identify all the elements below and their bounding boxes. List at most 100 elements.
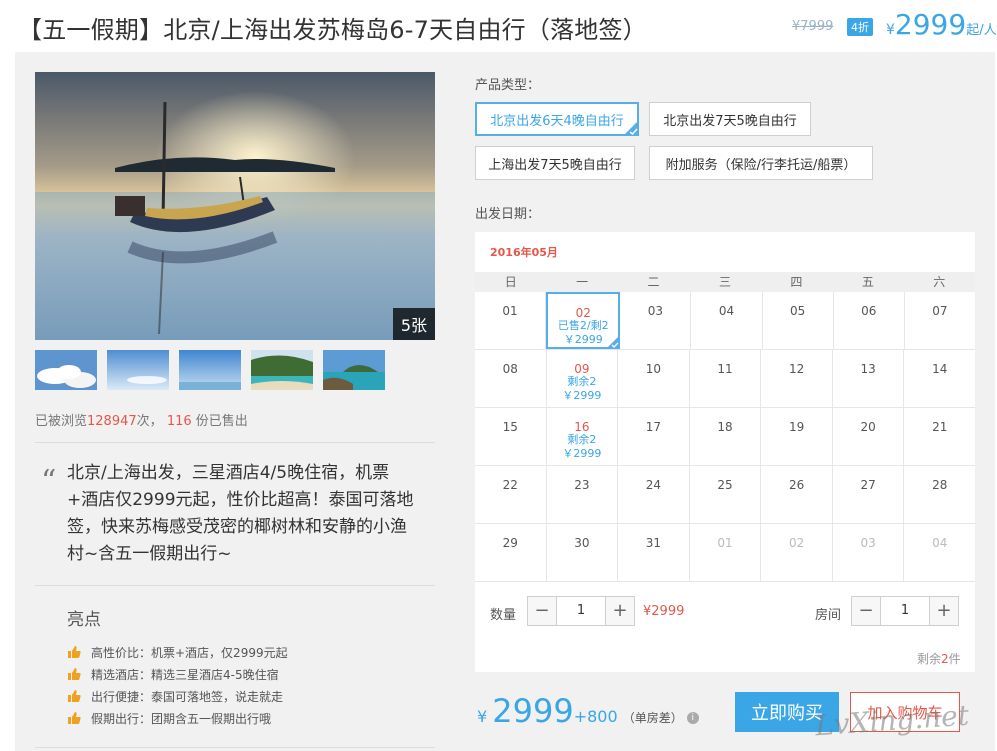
highlight-item: 假期出行：团期含五一假期出行哦 bbox=[67, 707, 427, 729]
calendar-week: 29 30 31 01 02 03 04 bbox=[475, 524, 975, 582]
thumbnail-strip bbox=[35, 350, 435, 390]
calendar-day: 17 bbox=[618, 408, 690, 465]
product-panel: 5张 已被浏览128947次， 116 份已售出 “ 北京/上海出发，三星酒店4… bbox=[15, 52, 995, 751]
thumbs-up-icon bbox=[68, 712, 81, 724]
quantity-input[interactable]: 1 bbox=[556, 597, 606, 625]
image-count-badge: 5张 bbox=[392, 308, 435, 340]
price-currency: ¥ bbox=[886, 22, 895, 38]
calendar-day-next-month: 01 bbox=[690, 524, 762, 581]
calendar-week: 01 02 已售2/剩2 ￥2999 03 04 05 06 07 bbox=[475, 292, 975, 350]
highlight-text: 高性价比：机票+酒店，仅2999元起 bbox=[91, 645, 288, 660]
thumbnail-1[interactable] bbox=[35, 350, 97, 390]
view-sales-stats: 已被浏览128947次， 116 份已售出 bbox=[35, 410, 248, 429]
calendar-day: 08 bbox=[475, 350, 547, 407]
stats-mid: 次， bbox=[136, 414, 163, 429]
option-label: 北京出发6天4晚自由行 bbox=[490, 113, 624, 129]
calendar-day: 23 bbox=[547, 466, 619, 523]
calendar-day: 26 bbox=[761, 466, 833, 523]
highlight-text: 出行便捷：泰国可落地签，说走就走 bbox=[91, 689, 284, 704]
calendar-day: 18 bbox=[690, 408, 762, 465]
quantity-decrement-button[interactable]: − bbox=[528, 597, 556, 625]
calendar-day: 30 bbox=[547, 524, 619, 581]
calendar-day: 01 bbox=[475, 292, 547, 349]
option-label: 北京出发7天5晚自由行 bbox=[663, 113, 797, 129]
calendar-day: 28 bbox=[932, 478, 948, 492]
weekday-label: 二 bbox=[647, 275, 660, 289]
thumbnail-4[interactable] bbox=[251, 350, 313, 390]
option-shanghai-7d5n[interactable]: 上海出发7天5晚自由行 bbox=[475, 146, 635, 180]
weekday-label: 一 bbox=[576, 275, 589, 289]
single-room-surcharge: +800 bbox=[573, 707, 618, 726]
highlight-item: 精选酒店：精选三星酒店4-5晚住宿 bbox=[67, 663, 427, 685]
calendar-day: 10 bbox=[618, 350, 690, 407]
total-value: 2999 bbox=[492, 692, 574, 730]
rooms-increment-button[interactable]: + bbox=[930, 597, 958, 625]
calendar-day-available-selected[interactable]: 02 已售2/剩2 ￥2999 bbox=[546, 292, 621, 349]
calendar-grid: 01 02 已售2/剩2 ￥2999 03 04 05 06 07 08 09 … bbox=[475, 292, 975, 582]
highlight-item: 出行便捷：泰国可落地签，说走就走 bbox=[67, 685, 427, 707]
view-count: 128947 bbox=[87, 414, 137, 429]
product-type-label: 产品类型： bbox=[475, 78, 541, 93]
calendar-day: 04 bbox=[691, 292, 763, 349]
thumbnail-5[interactable] bbox=[323, 350, 385, 390]
day-price: ￥2999 bbox=[562, 389, 602, 402]
info-icon[interactable]: i bbox=[686, 711, 699, 724]
calendar-day: 12 bbox=[761, 350, 833, 407]
calendar-week: 15 16 剩余2 ￥2999 17 18 19 20 21 bbox=[475, 408, 975, 466]
calendar-day-available[interactable]: 16 剩余2 ￥2999 bbox=[547, 408, 619, 465]
calendar-day: 03 bbox=[620, 292, 692, 349]
highlights-list: 高性价比：机票+酒店，仅2999元起 精选酒店：精选三星酒店4-5晚住宿 出行便… bbox=[67, 641, 427, 729]
product-title: 【五一假期】北京/上海出发苏梅岛6-7天自由行（落地签） bbox=[18, 16, 647, 44]
thumbs-up-icon bbox=[68, 646, 81, 658]
weekday-label: 六 bbox=[933, 275, 946, 289]
calendar-day: 29 bbox=[475, 524, 547, 581]
calendar-day-next-month: 04 bbox=[932, 536, 948, 550]
highlights-title: 亮点 bbox=[67, 610, 101, 630]
price-value: 2999 bbox=[894, 8, 967, 41]
stats-suffix: 份已售出 bbox=[195, 414, 248, 429]
calendar-day: 15 bbox=[475, 408, 547, 465]
sold-count: 116 bbox=[166, 414, 192, 429]
weekday-label: 三 bbox=[718, 275, 731, 289]
rooms-decrement-button[interactable]: − bbox=[852, 597, 880, 625]
calendar-day: 27 bbox=[833, 466, 905, 523]
option-extra-services[interactable]: 附加服务（保险/行李托运/船票） bbox=[649, 146, 873, 180]
calendar-day: 05 bbox=[763, 292, 834, 349]
rooms-stepper: − 1 + bbox=[851, 596, 959, 626]
calendar-day: 14 bbox=[932, 362, 948, 376]
day-stock: 剩余2 bbox=[567, 433, 597, 446]
thumbnail-3[interactable] bbox=[179, 350, 241, 390]
calendar-day: 31 bbox=[618, 524, 690, 581]
calendar-day: 19 bbox=[761, 408, 833, 465]
calendar-week: 22 23 24 25 26 27 28 bbox=[475, 466, 975, 524]
check-corner-icon bbox=[623, 120, 639, 136]
day-price: ￥2999 bbox=[562, 447, 602, 460]
product-description: 北京/上海出发，三星酒店4/5晚住宿，机票+酒店仅2999元起，性价比超高！泰国… bbox=[67, 463, 414, 564]
main-photo[interactable]: 5张 bbox=[35, 72, 435, 340]
calendar-day: 20 bbox=[833, 408, 905, 465]
quote-mark-icon: “ bbox=[41, 464, 57, 499]
divider bbox=[35, 585, 435, 586]
calendar-month: 2016年05月 bbox=[490, 246, 558, 259]
thumbnail-2[interactable] bbox=[107, 350, 169, 390]
weekday-label: 五 bbox=[861, 275, 874, 289]
option-beijing-6d4n[interactable]: 北京出发6天4晚自由行 bbox=[475, 102, 639, 136]
weekday-label: 四 bbox=[790, 275, 803, 289]
header-price: ¥2999起/人 bbox=[886, 8, 997, 41]
day-stock: 已售2/剩2 bbox=[557, 319, 609, 332]
total-currency: ¥ bbox=[477, 707, 488, 726]
highlight-item: 高性价比：机票+酒店，仅2999元起 bbox=[67, 641, 427, 663]
option-beijing-7d5n[interactable]: 北京出发7天5晚自由行 bbox=[649, 102, 811, 136]
rooms-label: 房间 bbox=[815, 608, 842, 623]
option-label: 附加服务（保险/行李托运/船票） bbox=[665, 157, 857, 173]
calendar-day: 22 bbox=[475, 466, 547, 523]
page-header: 【五一假期】北京/上海出发苏梅岛6-7天自由行（落地签） ¥7999 4折 ¥2… bbox=[0, 0, 997, 52]
divider bbox=[35, 442, 435, 443]
calendar-day: 13 bbox=[833, 350, 905, 407]
quantity-price: ¥2999 bbox=[643, 604, 685, 619]
quantity-increment-button[interactable]: + bbox=[606, 597, 634, 625]
rooms-input[interactable]: 1 bbox=[880, 597, 930, 625]
calendar-week: 08 09 剩余2 ￥2999 10 11 12 13 14 bbox=[475, 350, 975, 408]
calendar-day-available[interactable]: 09 剩余2 ￥2999 bbox=[547, 350, 619, 407]
quantity-label: 数量 bbox=[490, 608, 517, 623]
